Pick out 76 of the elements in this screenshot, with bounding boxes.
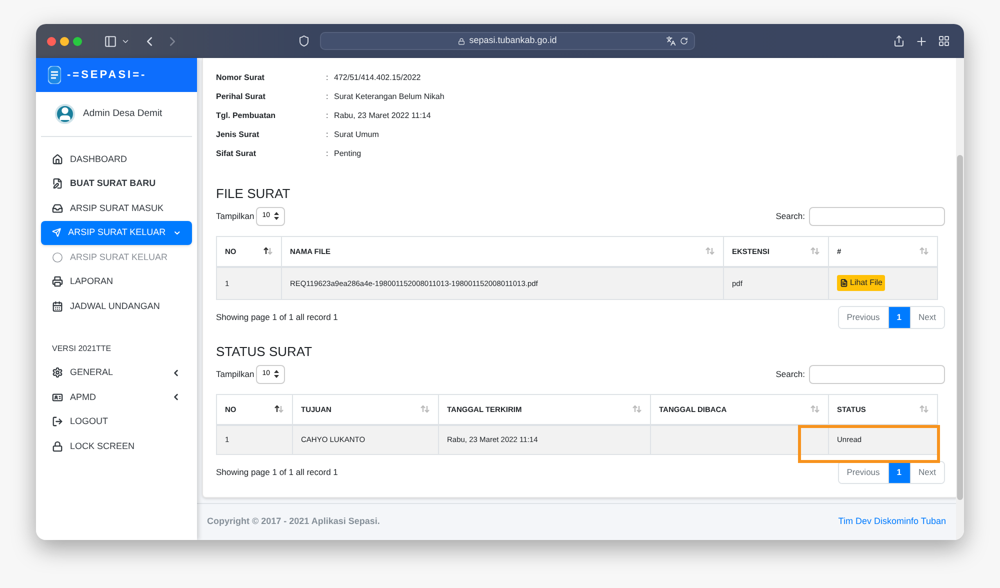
tab-overview-icon[interactable]	[938, 35, 950, 47]
menu-icon	[52, 440, 63, 452]
menu-icon	[52, 178, 63, 190]
copyright-text: Copyright © 2017 - 2021 Aplikasi Sepasi.	[207, 515, 380, 528]
pagination-button[interactable]: 1	[888, 307, 910, 328]
menu-icon	[52, 227, 62, 238]
zoom-window-button[interactable]	[73, 36, 82, 46]
menu-icon	[52, 367, 63, 378]
pagination-button[interactable]: Next	[910, 462, 944, 483]
pagination-button[interactable]: Next	[910, 307, 944, 328]
search-field[interactable]	[809, 364, 945, 384]
select-arrows-icon	[274, 212, 280, 220]
section-title: STATUS SURAT	[216, 344, 314, 360]
close-window-button[interactable]	[47, 36, 56, 46]
detail-value: Rabu, 23 Maret 2022 11:14	[334, 110, 431, 122]
user-name[interactable]: Admin Desa Demit	[83, 106, 162, 122]
section-label: VERSI 2021TTE	[51, 342, 112, 354]
menu-item[interactable]: LOCK SCREEN	[41, 434, 192, 458]
avatar-icon	[55, 104, 75, 124]
detail-value: Surat Keterangan Belum Nikah	[334, 90, 444, 102]
menu-item[interactable]: ARSIP SURAT KELUAR	[41, 220, 192, 245]
lock-icon	[458, 38, 466, 44]
detail-separator: :	[326, 128, 330, 140]
menu-icon	[52, 154, 63, 165]
menu-item[interactable]: DASHBOARD	[41, 147, 192, 172]
length-label: Tampilkan	[216, 210, 254, 222]
minimize-window-button[interactable]	[60, 36, 69, 46]
menu-icon	[52, 392, 63, 403]
menu-item[interactable]: BUAT SURAT BARU	[41, 172, 192, 196]
menu-item[interactable]: GENERAL	[41, 360, 192, 385]
menu-item[interactable]: APMD	[41, 385, 192, 410]
menu-icon	[52, 276, 63, 288]
menu-item[interactable]: LOGOUT	[41, 410, 192, 434]
detail-separator: :	[326, 90, 330, 102]
sort-icon[interactable]	[263, 247, 273, 256]
length-label: Tampilkan	[216, 368, 254, 380]
menu-icon	[52, 416, 63, 428]
address-bar[interactable]: sepasi.tubankab.go.id	[320, 32, 695, 50]
new-tab-icon[interactable]	[915, 34, 928, 48]
pagination-button[interactable]: 1	[888, 462, 910, 483]
reload-icon[interactable]	[680, 37, 688, 45]
section-title: FILE SURAT	[216, 186, 292, 202]
detail-label: Nomor Surat	[216, 72, 266, 84]
menu-item[interactable]: LAPORAN	[41, 270, 192, 294]
translate-icon[interactable]	[666, 36, 676, 46]
menu-item[interactable]: ARSIP SURAT MASUK	[41, 196, 192, 220]
detail-value: Penting	[334, 148, 362, 160]
credit-link[interactable]: Tim Dev Diskominfo Tuban	[838, 515, 946, 529]
table-info: Showing page 1 of 1 all record 1	[216, 311, 338, 324]
search-label: Search:	[776, 368, 805, 380]
detail-label: Jenis Surat	[216, 128, 260, 140]
file-icon	[840, 279, 848, 288]
select-arrows-icon	[274, 370, 280, 378]
shield-icon[interactable]	[298, 35, 310, 47]
detail-label: Perihal Surat	[216, 90, 266, 102]
scrollbar[interactable]	[956, 58, 964, 540]
menu-icon	[52, 202, 63, 214]
detail-separator: :	[326, 110, 330, 122]
detail-label: Sifat Surat	[216, 148, 258, 160]
table-info: Showing page 1 of 1 all record 1	[216, 466, 338, 479]
detail-value: 472/51/414.402.15/2022	[334, 72, 421, 84]
search-label: Search:	[776, 210, 805, 222]
view-file-button[interactable]: Lihat File	[837, 275, 886, 292]
detail-separator: :	[326, 72, 330, 84]
logo-text: -=SEPASI=-	[67, 68, 147, 83]
logo-icon	[48, 66, 61, 84]
detail-value: Surat Umum	[334, 128, 379, 140]
search-field[interactable]	[809, 206, 945, 226]
detail-separator: :	[326, 148, 330, 160]
sidebar-toggle-icon[interactable]	[104, 34, 117, 48]
detail-label: Tgl. Pembuatan	[216, 110, 277, 122]
share-icon[interactable]	[893, 35, 905, 47]
menu-item[interactable]: JADWAL UNDANGAN	[41, 294, 192, 318]
menu-icon	[52, 252, 63, 263]
sort-icon[interactable]	[274, 405, 284, 414]
menu-icon	[52, 300, 63, 312]
